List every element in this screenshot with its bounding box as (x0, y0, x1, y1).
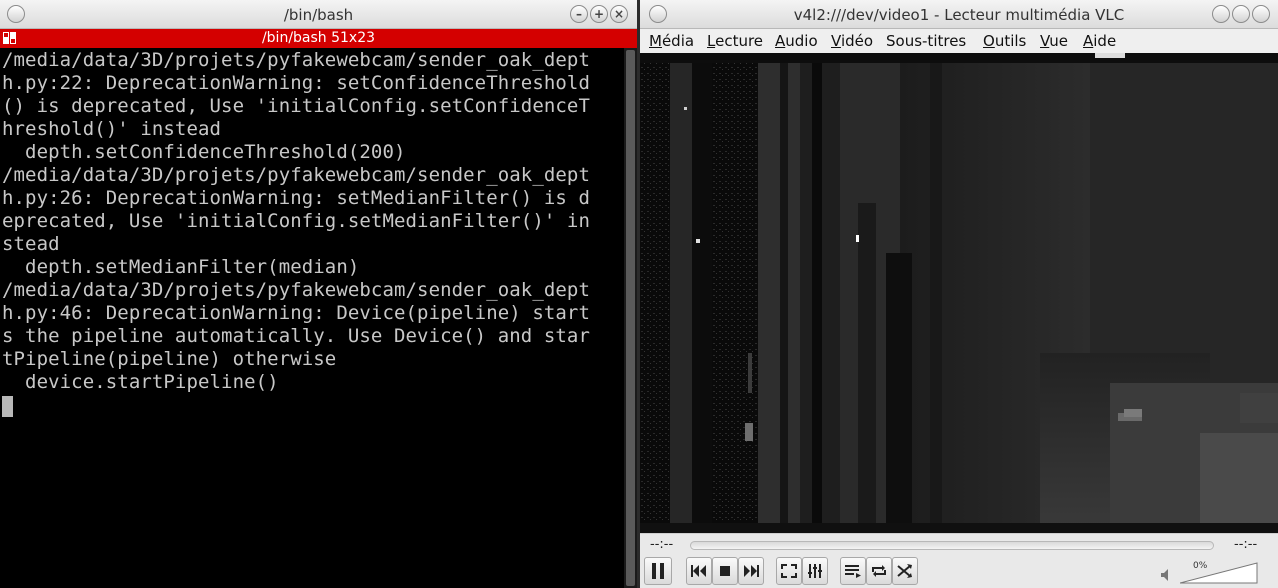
terminal-line: h.py:46: DeprecationWarning: Device(pipe… (2, 302, 590, 324)
menu-mnemonic: A (775, 32, 786, 50)
vlc-controls: --:-- --:-- 0% (640, 533, 1278, 588)
terminal-window: /bin/bash – + × /bin/bash 51x23 /media/d… (0, 0, 637, 588)
speaker-muted-icon[interactable] (1161, 569, 1173, 581)
fullscreen-button[interactable] (776, 557, 802, 585)
seek-slider[interactable] (690, 541, 1214, 550)
pause-icon (652, 563, 664, 579)
extended-settings-icon (808, 564, 822, 578)
menu-label: ide (1093, 32, 1117, 50)
menu-mnemonic: L (707, 32, 716, 50)
menu-label: udio (785, 32, 818, 50)
stop-button[interactable] (712, 557, 738, 585)
menu-mnemonic: O (983, 32, 995, 50)
menu-outils[interactable]: Outils (983, 32, 1026, 50)
stop-icon (720, 566, 730, 576)
terminal-line: () is deprecated, Use 'initialConfig.set… (2, 95, 590, 117)
terminal-tab[interactable]: /bin/bash 51x23 (0, 29, 637, 48)
menu-media[interactable]: Média (649, 32, 694, 50)
menu-label: ue (1049, 32, 1068, 50)
loop-button[interactable] (866, 557, 892, 585)
vlc-window-title: v4l2:///dev/video1 - Lecteur multimédia … (793, 6, 1125, 24)
menu-label: ecture (715, 32, 764, 50)
menu-label: édia (661, 32, 695, 50)
menu-mnemonic: A (1083, 32, 1094, 50)
minimize-button[interactable] (1212, 5, 1230, 23)
video-display[interactable] (640, 53, 1278, 533)
terminal-output[interactable]: /media/data/3D/projets/pyfakewebcam/send… (0, 48, 624, 588)
previous-icon (691, 565, 706, 577)
next-icon (744, 565, 759, 577)
time-elapsed: --:-- (650, 537, 674, 552)
menu-aide[interactable]: Aide (1083, 32, 1116, 50)
maximize-button[interactable]: + (590, 5, 608, 23)
vlc-window: v4l2:///dev/video1 - Lecteur multimédia … (640, 0, 1278, 588)
maximize-button[interactable] (1232, 5, 1250, 23)
terminal-titlebar[interactable]: /bin/bash – + × (0, 0, 637, 29)
scrollbar-thumb[interactable] (626, 50, 635, 586)
terminal-line: stead (2, 233, 60, 255)
playlist-button[interactable] (840, 557, 866, 585)
split-icon[interactable] (3, 32, 17, 45)
terminal-line: s the pipeline automatically. Use Device… (2, 325, 590, 347)
shuffle-button[interactable] (892, 557, 918, 585)
next-button[interactable] (738, 557, 764, 585)
terminal-tab-title: /bin/bash 51x23 (261, 30, 376, 46)
vlc-titlebar[interactable]: v4l2:///dev/video1 - Lecteur multimédia … (640, 0, 1278, 29)
menu-label: Sous-titres (886, 32, 967, 50)
menu-label: utils (994, 32, 1027, 50)
terminal-line: tPipeline(pipeline) otherwise (2, 348, 337, 370)
play-pause-button[interactable] (644, 557, 672, 585)
menu-vue[interactable]: Vue (1040, 32, 1068, 50)
terminal-line: eprecated, Use 'initialConfig.setMedianF… (2, 210, 590, 232)
loop-icon (872, 565, 886, 577)
terminal-line: device.startPipeline() (2, 371, 279, 393)
terminal-line: depth.setConfidenceThreshold(200) (2, 141, 406, 163)
close-button[interactable] (1252, 5, 1270, 23)
extended-settings-button[interactable] (802, 557, 828, 585)
terminal-line: /media/data/3D/projets/pyfakewebcam/send… (2, 164, 590, 186)
shuffle-icon (897, 564, 912, 578)
terminal-line: depth.setMedianFilter(median) (2, 256, 360, 278)
menu-mnemonic: V (831, 32, 841, 50)
menu-lecture[interactable]: Lecture (707, 32, 763, 50)
terminal-window-title: /bin/bash (283, 6, 354, 24)
terminal-cursor (2, 396, 13, 417)
playlist-icon (845, 565, 861, 578)
menu-sous-titres[interactable]: Sous-titres (886, 32, 966, 50)
terminal-line: /media/data/3D/projets/pyfakewebcam/send… (2, 49, 590, 71)
depth-map-frame (640, 53, 1278, 533)
terminal-scrollbar[interactable] (624, 48, 637, 588)
time-total: --:-- (1234, 537, 1258, 552)
vlc-menubar: Média Lecture Audio Vidéo Sous-titres Ou… (640, 29, 1278, 53)
menu-video[interactable]: Vidéo (831, 32, 873, 50)
menu-audio[interactable]: Audio (775, 32, 818, 50)
menu-label: idéo (840, 32, 874, 50)
volume-level: 0% (1193, 561, 1208, 571)
terminal-line: /media/data/3D/projets/pyfakewebcam/send… (2, 279, 590, 301)
volume-slider[interactable] (1180, 562, 1258, 584)
menu-mnemonic: M (649, 32, 662, 50)
previous-button[interactable] (686, 557, 712, 585)
menu-mnemonic: V (1040, 32, 1050, 50)
terminal-line: h.py:26: DeprecationWarning: setMedianFi… (2, 187, 590, 209)
terminal-line: hreshold()' instead (2, 118, 222, 140)
fullscreen-icon (781, 564, 797, 578)
terminal-line: h.py:22: DeprecationWarning: setConfiden… (2, 72, 590, 94)
minimize-button[interactable]: – (570, 5, 588, 23)
close-button[interactable]: × (610, 5, 628, 23)
